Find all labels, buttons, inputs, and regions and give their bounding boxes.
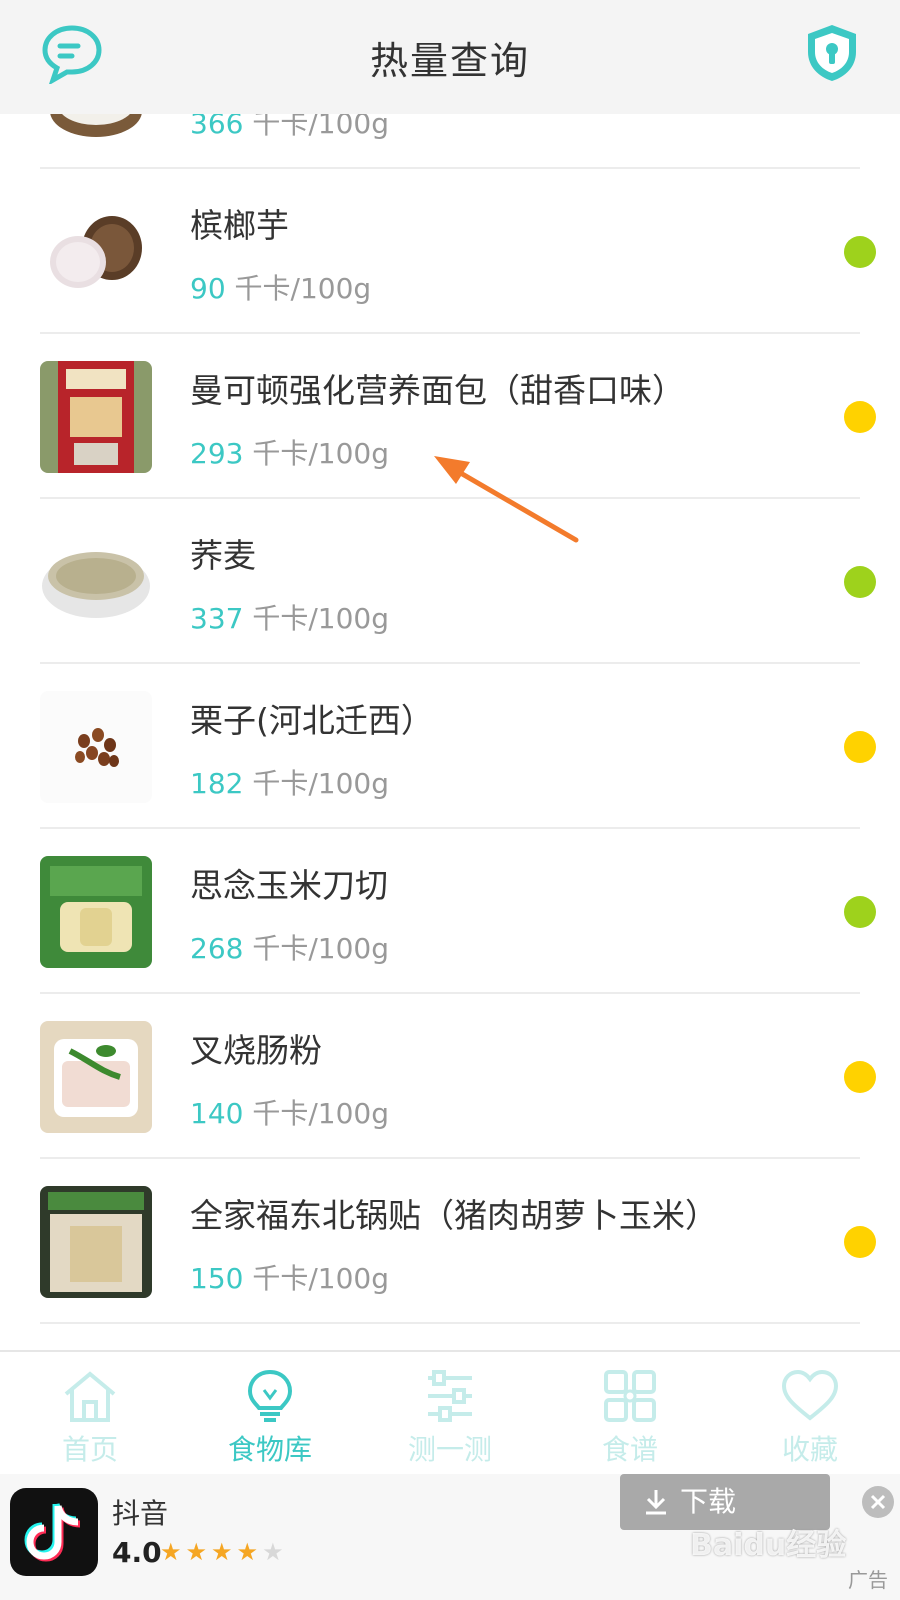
status-dot	[844, 566, 876, 598]
food-name: 思念玉米刀切	[190, 866, 388, 905]
calorie-unit: 千卡/100g	[252, 1262, 390, 1295]
watermark: Baidu经验	[690, 1528, 847, 1563]
tab-label: 测一测	[407, 1433, 492, 1466]
tab-label: 食物库	[227, 1433, 312, 1466]
calorie-value: 337	[190, 602, 244, 635]
calorie-value: 150	[190, 1262, 244, 1295]
ad-app-name: 抖音	[112, 1497, 169, 1530]
food-thumbnail	[40, 114, 152, 143]
list-item[interactable]: 曼可顿强化营养面包（甜香口味） 293 千卡/100g	[0, 334, 900, 499]
food-thumbnail	[40, 1021, 152, 1133]
tiktok-logo-icon	[10, 1488, 98, 1576]
home-icon	[64, 1371, 116, 1422]
food-name: 叉烧肠粉	[190, 1031, 322, 1070]
list-item[interactable]: 栗子(河北迁西） 182 千卡/100g	[0, 664, 900, 829]
page-title: 热量查询	[369, 39, 530, 83]
list-item[interactable]: 全家福东北锅贴（猪肉胡萝卜玉米） 150 千卡/100g	[0, 1159, 900, 1324]
status-dot	[844, 401, 876, 433]
tab-label: 食谱	[601, 1433, 658, 1466]
calorie-unit: 千卡/100g	[252, 437, 390, 470]
food-name: 槟榔芋	[190, 206, 289, 245]
calorie-value: 140	[190, 1097, 244, 1130]
tab-home[interactable]: 首页	[0, 1352, 180, 1476]
food-calories: 366 千卡/100g	[190, 114, 389, 142]
status-dot	[844, 1061, 876, 1093]
list-item[interactable]: 槟榔芋 90 千卡/100g	[0, 169, 900, 334]
calorie-unit: 千卡/100g	[252, 1097, 390, 1130]
grid-icon	[604, 1370, 656, 1422]
shield-lock-icon[interactable]	[804, 22, 860, 84]
food-calories: 140 千卡/100g	[190, 1092, 389, 1132]
list-item[interactable]: 366 千卡/100g	[0, 114, 900, 169]
calorie-unit: 千卡/100g	[234, 272, 372, 305]
close-icon[interactable]	[862, 1486, 894, 1518]
calorie-value: 293	[190, 437, 244, 470]
ad-label: 广告	[848, 1568, 888, 1592]
bottom-tab-bar: 首页 食物库 测一测 食谱 收藏	[0, 1350, 900, 1474]
status-dot	[844, 236, 876, 268]
heart-icon	[781, 1369, 839, 1421]
calorie-value: 182	[190, 767, 244, 800]
food-list[interactable]: 366 千卡/100g 槟榔芋 90 千卡/100g 曼可顿强化营养面包（甜香口…	[0, 114, 900, 1350]
food-calories: 182 千卡/100g	[190, 762, 389, 802]
tab-label: 首页	[61, 1433, 118, 1466]
food-name: 荞麦	[190, 536, 256, 575]
food-name: 曼可顿强化营养面包（甜香口味）	[190, 371, 685, 410]
food-calories: 337 千卡/100g	[190, 597, 389, 637]
sliders-icon	[428, 1370, 472, 1422]
tab-recipes[interactable]: 食谱	[540, 1352, 720, 1476]
list-item[interactable]: 荞麦 337 千卡/100g	[0, 499, 900, 664]
food-thumbnail	[40, 361, 152, 473]
download-label: 下载	[680, 1485, 737, 1518]
food-thumbnail	[40, 526, 152, 638]
status-dot	[844, 731, 876, 763]
calorie-unit: 千卡/100g	[252, 932, 390, 965]
status-dot	[844, 896, 876, 928]
tab-food-library[interactable]: 食物库	[180, 1352, 360, 1476]
lightbulb-icon	[247, 1369, 293, 1422]
calorie-unit: 千卡/100g	[252, 602, 390, 635]
tab-test[interactable]: 测一测	[360, 1352, 540, 1476]
food-thumbnail	[40, 196, 152, 308]
list-item[interactable]: 叉烧肠粉 140 千卡/100g	[0, 994, 900, 1159]
food-calories: 90 千卡/100g	[190, 267, 371, 307]
food-calories: 293 千卡/100g	[190, 432, 389, 472]
list-item[interactable]: 思念玉米刀切 268 千卡/100g	[0, 829, 900, 994]
calorie-value: 90	[190, 272, 226, 305]
divider	[40, 1322, 860, 1324]
food-thumbnail	[40, 691, 152, 803]
ad-rating: 4.0	[112, 1536, 162, 1569]
food-name: 全家福东北锅贴（猪肉胡萝卜玉米）	[190, 1196, 718, 1235]
download-icon	[646, 1490, 666, 1515]
ad-banner[interactable]: 抖音 4.0 ★★★★★ 下载 Baidu经验 广告	[0, 1474, 900, 1600]
tab-label: 收藏	[781, 1433, 838, 1466]
food-name: 栗子(河北迁西）	[190, 701, 434, 740]
food-calories: 150 千卡/100g	[190, 1257, 389, 1297]
top-bar: 热量查询	[0, 0, 900, 114]
food-thumbnail	[40, 856, 152, 968]
rating-stars: ★★★★★	[160, 1538, 288, 1566]
food-calories: 268 千卡/100g	[190, 927, 389, 967]
status-dot	[844, 1226, 876, 1258]
calorie-value: 366	[190, 114, 244, 140]
food-thumbnail	[40, 1186, 152, 1298]
tab-favorites[interactable]: 收藏	[720, 1352, 900, 1476]
calorie-unit: 千卡/100g	[252, 114, 390, 140]
calorie-value: 268	[190, 932, 244, 965]
calorie-unit: 千卡/100g	[252, 767, 390, 800]
